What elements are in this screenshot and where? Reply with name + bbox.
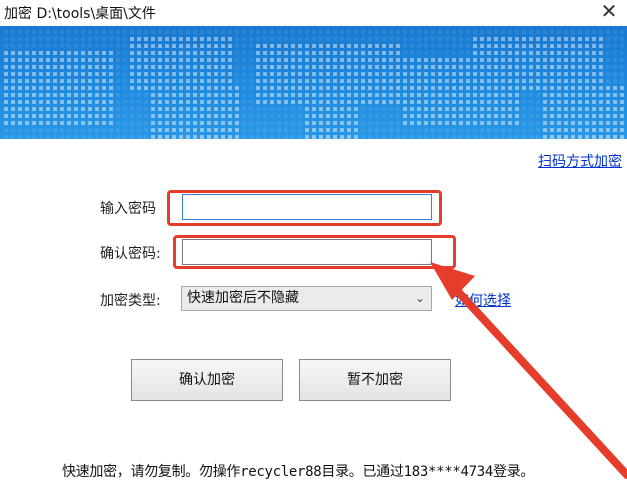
header-banner xyxy=(0,26,627,139)
window-title: 加密 D:\tools\桌面\文件 xyxy=(4,6,156,22)
scan-mode-link[interactable]: 扫码方式加密 xyxy=(538,151,622,171)
confirm-password-label: 确认密码: xyxy=(100,246,161,262)
title-bar: 加密 D:\tools\桌面\文件 ✕ xyxy=(0,0,627,26)
confirm-password-input[interactable] xyxy=(182,239,432,265)
how-to-choose-link[interactable]: 如何选择 xyxy=(455,290,511,310)
confirm-encrypt-button[interactable]: 确认加密 xyxy=(131,359,283,401)
password-label: 输入密码 xyxy=(100,201,156,217)
status-message: 快速加密，请勿复制。勿操作recycler88目录。已通过183****4734… xyxy=(62,464,535,480)
password-input[interactable] xyxy=(182,194,432,220)
skip-encrypt-button[interactable]: 暂不加密 xyxy=(299,359,451,401)
encryption-type-value: 快速加密后不隐藏 xyxy=(187,290,299,306)
world-map-dots xyxy=(4,30,624,139)
chevron-down-icon: ⌄ xyxy=(414,291,425,305)
encryption-type-select[interactable]: 快速加密后不隐藏 ⌄ xyxy=(181,286,432,311)
close-icon[interactable]: ✕ xyxy=(597,0,621,24)
encryption-type-label: 加密类型: xyxy=(100,293,161,309)
